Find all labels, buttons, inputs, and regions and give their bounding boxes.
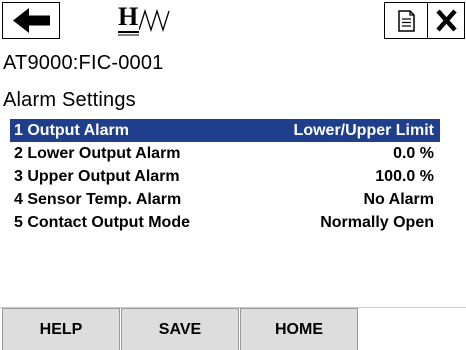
menu-item-label: 4 Sensor Temp. Alarm [14, 191, 182, 208]
menu-item-label: 2 Lower Output Alarm [14, 145, 181, 162]
softkey-bar: HELP SAVE HOME [2, 308, 359, 350]
menu-item-value: Lower/Upper Limit [293, 122, 434, 139]
menu-item-sensor-temp-alarm[interactable]: 4 Sensor Temp. Alarm No Alarm [10, 188, 440, 211]
menu-item-value: 100.0 % [375, 168, 434, 185]
menu-item-upper-output-alarm[interactable]: 3 Upper Output Alarm 100.0 % [10, 165, 440, 188]
arrow-left-icon [13, 8, 50, 33]
menu-item-output-alarm[interactable]: 1 Output Alarm Lower/Upper Limit [10, 119, 440, 142]
menu-item-label: 3 Upper Output Alarm [14, 168, 180, 185]
help-button[interactable]: HELP [2, 308, 120, 350]
back-button[interactable] [2, 2, 60, 39]
menu-item-value: No Alarm [363, 191, 434, 208]
page-title: Alarm Settings [3, 89, 136, 111]
device-path: AT9000:FIC-0001 [3, 52, 164, 74]
menu-item-contact-output-mode[interactable]: 5 Contact Output Mode Normally Open [10, 211, 440, 234]
menu-item-label: 1 Output Alarm [14, 122, 129, 139]
document-icon [398, 10, 415, 32]
logo: H [118, 2, 173, 40]
save-button[interactable]: SAVE [121, 308, 239, 350]
home-button[interactable]: HOME [240, 308, 358, 350]
menu-item-label: 5 Contact Output Mode [14, 214, 190, 231]
close-button[interactable] [427, 2, 465, 39]
alarm-settings-menu: 1 Output Alarm Lower/Upper Limit 2 Lower… [10, 119, 440, 234]
wave-icon [139, 8, 170, 33]
menu-item-value: Normally Open [320, 214, 434, 231]
close-x-icon [436, 9, 457, 32]
menu-item-value: 0.0 % [393, 145, 434, 162]
menu-item-lower-output-alarm[interactable]: 2 Lower Output Alarm 0.0 % [10, 142, 440, 165]
document-button[interactable] [384, 2, 428, 39]
